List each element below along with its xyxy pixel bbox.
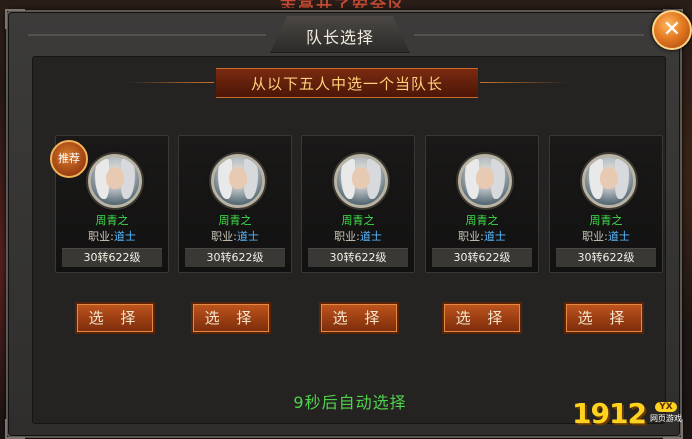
candidate-portrait: [88, 154, 142, 208]
candidate-portrait: [458, 154, 512, 208]
dialog-corner: [5, 419, 25, 439]
candidate-class: 职业:道士: [550, 228, 662, 244]
candidate-name: 周青之: [218, 214, 252, 227]
close-button[interactable]: ✕: [652, 10, 692, 50]
candidate-portrait: [334, 154, 388, 208]
class-value: 道士: [607, 230, 630, 243]
candidate-level: 30转622级: [62, 248, 162, 267]
candidate-level: 30转622级: [185, 248, 285, 267]
candidate-class: 职业:道士: [302, 228, 414, 244]
candidate-name: 周青之: [465, 214, 499, 227]
class-label: 职业:: [582, 230, 608, 243]
class-value: 道士: [113, 230, 136, 243]
class-label: 职业:: [211, 230, 237, 243]
watermark-badge: YX: [655, 402, 677, 412]
class-value: 道士: [236, 230, 259, 243]
candidate-portrait: [582, 154, 636, 208]
class-label: 职业:: [334, 230, 360, 243]
candidate-level: 30转622级: [432, 248, 532, 267]
class-value: 道士: [359, 230, 382, 243]
close-icon: ✕: [662, 17, 682, 42]
watermark-sub: 网页游戏: [649, 414, 682, 423]
background-banner-text: 志高开了安全区: [280, 0, 480, 8]
title-divider: [28, 34, 266, 36]
candidate-class: 职业:道士: [426, 228, 538, 244]
candidate-card[interactable]: 周青之 职业:道士 30转622级: [549, 135, 663, 273]
title-divider: [414, 34, 644, 36]
candidate-level: 30转622级: [308, 248, 408, 267]
candidate-class: 职业:道士: [56, 228, 168, 244]
select-button[interactable]: 选 择: [564, 302, 644, 334]
watermark-side: YX 网页游戏: [650, 402, 682, 424]
candidate-card[interactable]: 周青之 职业:道士 30转622级: [178, 135, 292, 273]
instruction-banner: 从以下五人中选一个当队长: [216, 68, 478, 98]
candidate-name: 周青之: [589, 214, 623, 227]
candidate-name: 周青之: [341, 214, 375, 227]
candidate-card[interactable]: 周青之 职业:道士 30转622级: [301, 135, 415, 273]
dialog-title: 队长选择: [305, 28, 374, 47]
countdown-text: 9秒后自动选择: [293, 393, 407, 412]
class-label: 职业:: [458, 230, 484, 243]
candidate-level: 30转622级: [556, 248, 656, 267]
select-button[interactable]: 选 择: [191, 302, 271, 334]
candidate-class: 职业:道士: [179, 228, 291, 244]
banner-ornament: [126, 82, 214, 83]
site-watermark: 1912 YX 网页游戏: [572, 393, 690, 433]
watermark-number: 1912: [572, 396, 647, 430]
instruction-text: 从以下五人中选一个当队长: [250, 74, 443, 93]
select-button[interactable]: 选 择: [319, 302, 399, 334]
candidate-card[interactable]: 周青之 职业:道士 30转622级: [425, 135, 539, 273]
candidate-portrait: [211, 154, 265, 208]
banner-ornament: [480, 82, 568, 83]
recommend-badge: 推荐: [50, 140, 88, 178]
candidate-name: 周青之: [95, 214, 129, 227]
class-value: 道士: [483, 230, 506, 243]
select-button[interactable]: 选 择: [442, 302, 522, 334]
select-button[interactable]: 选 择: [75, 302, 155, 334]
class-label: 职业:: [88, 230, 114, 243]
dialog-corner: [5, 9, 25, 29]
